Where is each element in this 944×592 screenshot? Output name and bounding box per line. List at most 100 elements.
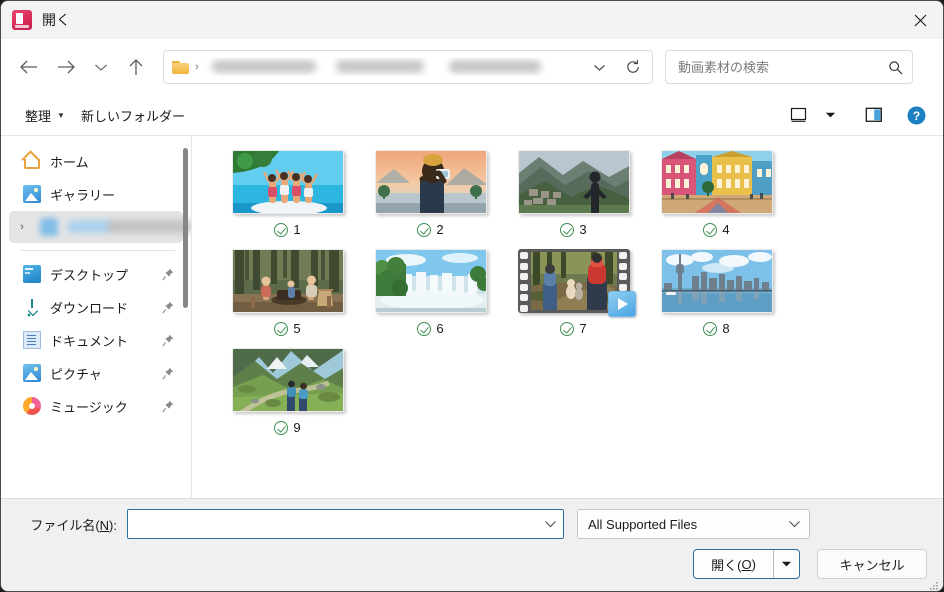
pin-icon[interactable]	[159, 268, 177, 281]
sidebar-item-label: ピクチャ	[50, 366, 102, 382]
pin-icon[interactable]	[159, 400, 177, 413]
sidebar-item-home[interactable]: ホーム	[9, 145, 183, 177]
view-dropdown-icon[interactable]	[815, 101, 845, 129]
filename-combobox[interactable]	[127, 509, 564, 539]
file-name: 1	[293, 222, 301, 237]
thumbnail-grid: 1 2 3 4 5 6 7 8 9	[216, 150, 927, 447]
cancel-button[interactable]: キャンセル	[817, 549, 927, 579]
file-type-filter-value: All Supported Files	[588, 516, 698, 532]
documents-icon	[23, 331, 41, 349]
thumbnail-wrapper	[517, 249, 636, 317]
gallery-icon	[23, 185, 41, 203]
chevron-down-glyph	[95, 64, 107, 71]
cancel-label: キャンセル	[839, 557, 905, 573]
navigation-pane: ホーム ギャラリー › デスクトップ ダウンロード ドキュメント ピクチャ ミュ…	[1, 136, 191, 498]
arrow-right-glyph	[57, 60, 75, 74]
preview-pane-icon[interactable]	[859, 101, 889, 129]
breadcrumb-path-redacted	[204, 58, 582, 76]
refresh-glyph	[627, 59, 639, 73]
file-item[interactable]: 1	[216, 150, 359, 237]
file-name: 9	[293, 420, 301, 435]
open-label-before: 開く(	[711, 557, 742, 573]
thumbnail-wrapper	[660, 150, 773, 214]
view-icon[interactable]	[783, 101, 813, 129]
file-item[interactable]: 6	[359, 249, 502, 336]
pin-glyph	[162, 367, 174, 380]
chevron-right-icon[interactable]: ›	[13, 221, 31, 233]
file-label: 1	[274, 222, 301, 237]
thumbnail-image	[231, 249, 344, 313]
file-label: 7	[560, 321, 587, 336]
pin-icon[interactable]	[159, 301, 177, 314]
chevron-down-icon[interactable]	[783, 520, 805, 528]
organize-button[interactable]: 整理 ▼	[17, 100, 73, 130]
alpine-valley-hikers-art	[232, 349, 343, 411]
close-glyph	[914, 14, 926, 26]
caret-down-glyph	[825, 112, 835, 118]
filename-input[interactable]	[133, 511, 539, 537]
sidebar-item-label: ホーム	[50, 154, 89, 170]
pin-icon[interactable]	[159, 334, 177, 347]
open-split-button[interactable]: 開く(O)	[693, 549, 800, 579]
thumbnail-image	[374, 150, 487, 214]
pin-icon[interactable]	[159, 367, 177, 380]
file-list-pane: 1 2 3 4 5 6 7 8 9	[191, 136, 943, 498]
file-item[interactable]: 2	[359, 150, 502, 237]
recent-locations-icon[interactable]	[85, 50, 117, 84]
thumbnail-wrapper	[231, 348, 344, 412]
selected-check-icon	[274, 420, 289, 435]
selected-check-icon	[274, 222, 289, 237]
resize-grip[interactable]	[929, 578, 939, 590]
sidebar-item-redacted-account[interactable]: ›	[9, 211, 191, 243]
file-item[interactable]: 9	[216, 348, 359, 435]
file-label: 2	[417, 222, 444, 237]
back-icon[interactable]	[9, 50, 47, 84]
sidebar-item-documents[interactable]: ドキュメント	[9, 324, 183, 356]
sidebar-item-pictures[interactable]: ピクチャ	[9, 357, 183, 389]
search-icon[interactable]	[884, 60, 906, 75]
file-type-filter-combobox[interactable]: All Supported Files	[577, 509, 810, 539]
up-icon[interactable]	[117, 50, 155, 84]
new-folder-button[interactable]: 新しいフォルダー	[73, 100, 193, 130]
chevron-down-icon[interactable]	[539, 520, 561, 528]
close-icon[interactable]	[897, 1, 943, 39]
sidebar-item-gallery[interactable]: ギャラリー	[9, 178, 183, 210]
svg-text:?: ?	[912, 108, 919, 122]
breadcrumb[interactable]: ›	[163, 50, 653, 84]
file-item[interactable]: 7	[502, 249, 645, 336]
search-input[interactable]	[678, 59, 884, 75]
pin-glyph	[162, 400, 174, 413]
window-title: 開く	[42, 12, 71, 28]
file-label: 8	[703, 321, 730, 336]
video-frame	[530, 252, 617, 310]
sidebar-item-downloads[interactable]: ダウンロード	[9, 291, 183, 323]
sidebar-item-desktop[interactable]: デスクトップ	[9, 258, 183, 290]
beach-toast-friends-art	[232, 151, 343, 213]
thumbnail-wrapper	[374, 150, 487, 214]
navigation-bar: ›	[1, 39, 943, 95]
file-name: 8	[722, 321, 730, 336]
open-dropdown-icon[interactable]	[773, 550, 799, 578]
dialog-footer: ファイル名(N): All Supported Files 開く(O) キャ…	[1, 498, 943, 591]
search-box[interactable]	[665, 50, 913, 84]
sidebar-scrollbar[interactable]	[183, 148, 188, 308]
open-label-after: )	[751, 556, 756, 572]
selected-check-icon	[703, 222, 718, 237]
file-item[interactable]: 3	[502, 150, 645, 237]
iguazu-waterfalls-art	[375, 250, 486, 312]
sidebar-item-music[interactable]: ミュージック	[9, 390, 183, 422]
filename-label-accesskey: N	[99, 517, 110, 533]
filename-label-before: ファイル名(	[30, 517, 100, 533]
file-item[interactable]: 5	[216, 249, 359, 336]
file-item[interactable]: 4	[645, 150, 788, 237]
pin-glyph	[162, 268, 174, 281]
film-sprockets-left	[519, 252, 530, 312]
sidebar-item-label-redacted	[67, 219, 191, 235]
open-button[interactable]: 開く(O)	[694, 550, 773, 578]
forward-icon[interactable]	[47, 50, 85, 84]
arrow-up-glyph	[129, 59, 143, 75]
help-icon[interactable]: ?	[901, 101, 931, 129]
refresh-icon[interactable]	[616, 51, 650, 83]
file-item[interactable]: 8	[645, 249, 788, 336]
address-dropdown-icon[interactable]	[582, 51, 616, 83]
